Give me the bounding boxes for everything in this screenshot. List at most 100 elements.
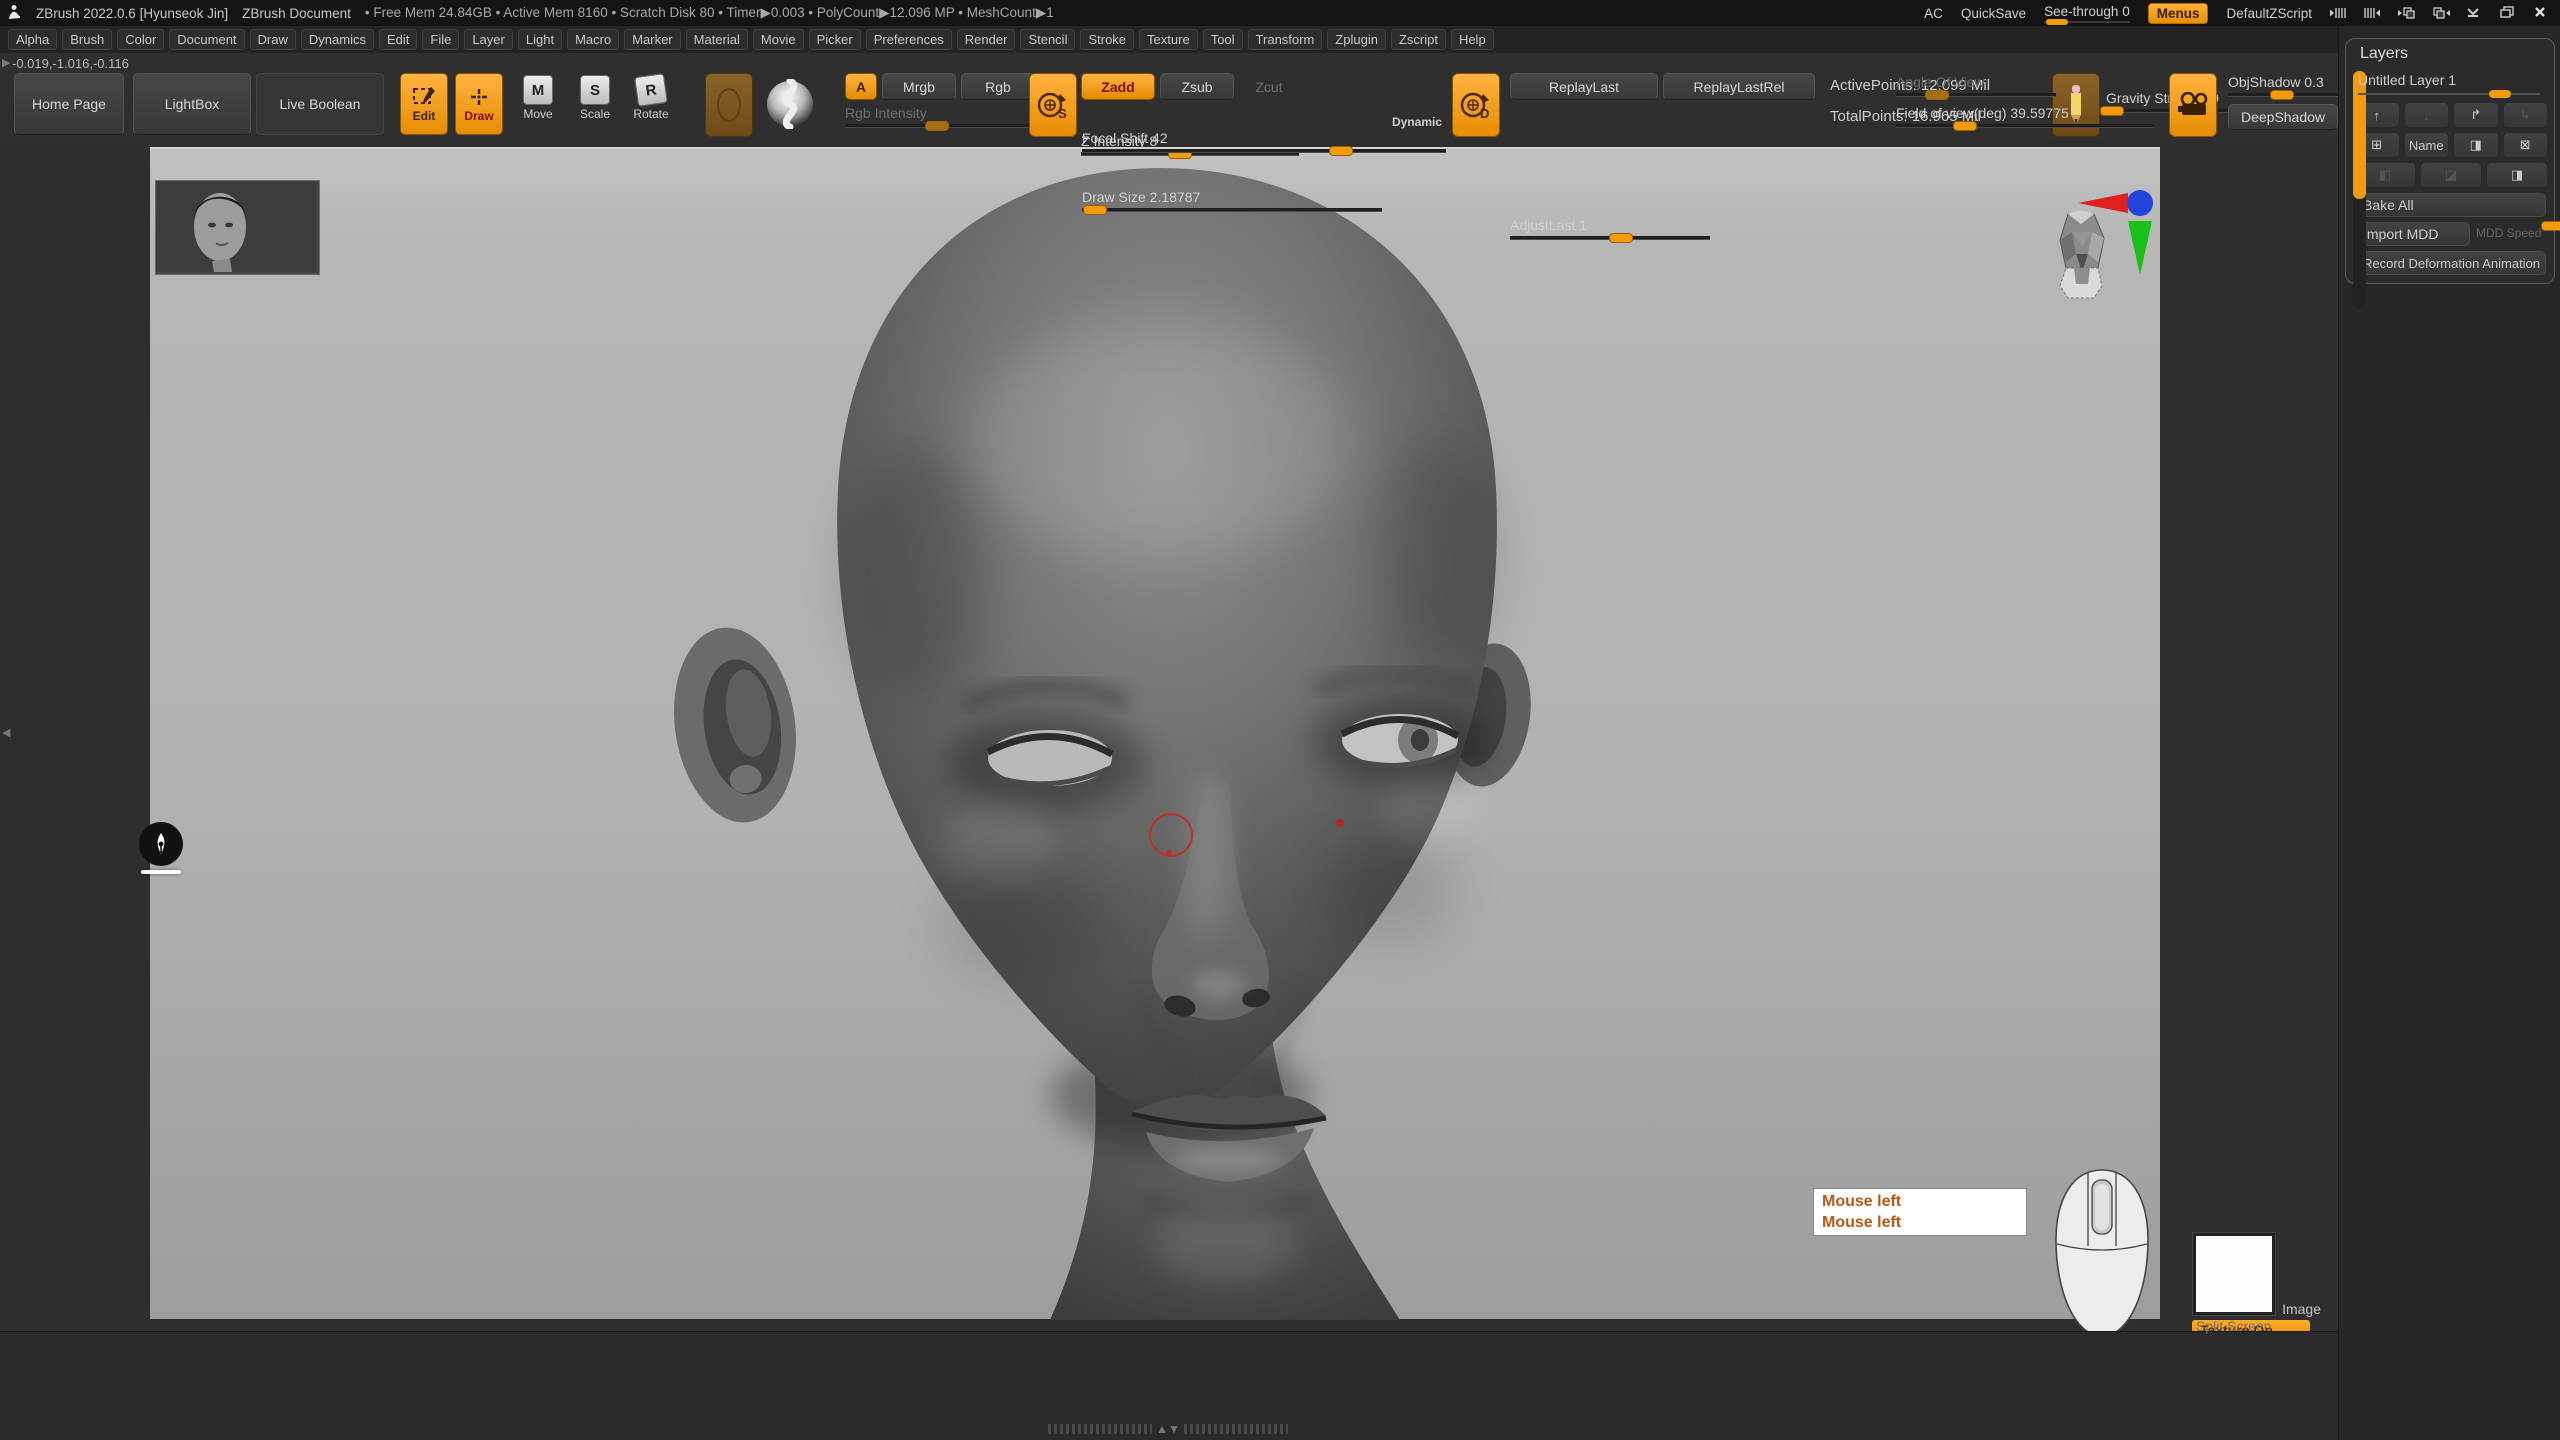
slider-handle[interactable] bbox=[925, 121, 949, 131]
slider-handle[interactable] bbox=[1609, 233, 1633, 243]
duplicate-layer-button[interactable]: ◨ bbox=[2453, 132, 2499, 158]
move-mode-button[interactable]: M Move bbox=[515, 75, 561, 121]
menu-alpha[interactable]: Alpha bbox=[8, 29, 57, 50]
menu-texture[interactable]: Texture bbox=[1139, 29, 1198, 50]
divider-left-icon[interactable] bbox=[2330, 6, 2346, 20]
dynamic-draw-size-icon-button[interactable]: D bbox=[1452, 73, 1500, 137]
menu-draw[interactable]: Draw bbox=[250, 29, 296, 50]
restore-button[interactable] bbox=[2500, 6, 2516, 20]
menu-movie[interactable]: Movie bbox=[753, 29, 804, 50]
zcut-button[interactable]: Zcut bbox=[1239, 73, 1299, 100]
close-button[interactable] bbox=[2534, 6, 2550, 20]
layer-down-button[interactable]: ↓ bbox=[2404, 102, 2450, 128]
menu-picker[interactable]: Picker bbox=[809, 29, 861, 50]
tray-collapse-control[interactable]: ▲▼ bbox=[1048, 1422, 1288, 1436]
copy-layer-button[interactable]: ◨ bbox=[2486, 162, 2548, 188]
bake-all-button[interactable]: Bake All bbox=[2354, 193, 2546, 217]
split-layer-button[interactable]: ◪ bbox=[2420, 162, 2482, 188]
focal-shift-slider[interactable]: Focal Shift 42 bbox=[1082, 129, 1446, 157]
layer-branch-button[interactable]: ↳ bbox=[2503, 102, 2549, 128]
draw-mode-button[interactable]: Draw bbox=[455, 73, 503, 135]
lightbox-button[interactable]: LightBox bbox=[133, 73, 251, 135]
current-material-sphere[interactable] bbox=[764, 73, 816, 135]
menu-document[interactable]: Document bbox=[169, 29, 244, 50]
menu-color[interactable]: Color bbox=[117, 29, 164, 50]
menu-stencil[interactable]: Stencil bbox=[1020, 29, 1075, 50]
mdd-speed-slider[interactable]: MDD Speed bbox=[2476, 222, 2546, 246]
overlay-pen-button[interactable] bbox=[139, 822, 183, 866]
menu-light[interactable]: Light bbox=[518, 29, 562, 50]
draw-size-slider[interactable]: Draw Size 2.18787 bbox=[1082, 188, 1382, 216]
current-layer-slider[interactable]: Untitled Layer 1 bbox=[2354, 71, 2548, 98]
menus-button[interactable]: Menus bbox=[2148, 3, 2209, 24]
menu-zscript[interactable]: Zscript bbox=[1391, 29, 1446, 50]
divider-right-icon[interactable] bbox=[2364, 6, 2380, 20]
menu-help[interactable]: Help bbox=[1451, 29, 1494, 50]
deep-shadow-button[interactable]: DeepShadow bbox=[2228, 104, 2338, 130]
camera-icon-button[interactable] bbox=[2169, 73, 2217, 137]
slider-handle[interactable] bbox=[1953, 121, 1977, 131]
menu-tool[interactable]: Tool bbox=[1203, 29, 1243, 50]
slider-handle[interactable] bbox=[2270, 90, 2294, 100]
texture-image-well[interactable]: Image bbox=[2192, 1232, 2276, 1316]
bottom-toolbar: ▲▼ bbox=[0, 1331, 2338, 1440]
rgb-button[interactable]: Rgb bbox=[961, 73, 1035, 100]
slider-track bbox=[1510, 236, 1710, 240]
focal-shift-icon-button[interactable]: S bbox=[1029, 73, 1077, 137]
menu-material[interactable]: Material bbox=[686, 29, 748, 50]
rotate-mode-button[interactable]: R Rotate bbox=[628, 75, 674, 121]
menu-stroke[interactable]: Stroke bbox=[1080, 29, 1134, 50]
menu-macro[interactable]: Macro bbox=[567, 29, 619, 50]
import-mdd-button[interactable]: Import MDD bbox=[2354, 222, 2470, 246]
menu-bar: AlphaBrushColorDocument DrawDynamicsEditF… bbox=[0, 26, 2346, 53]
replay-last-rel-button[interactable]: ReplayLastRel bbox=[1663, 73, 1815, 100]
minimize-button[interactable] bbox=[2466, 6, 2482, 20]
menu-edit[interactable]: Edit bbox=[379, 29, 417, 50]
angle-of-view-slider[interactable]: Angle Of View bbox=[1896, 73, 2056, 97]
menu-file[interactable]: File bbox=[422, 29, 459, 50]
menu-transform[interactable]: Transform bbox=[1248, 29, 1323, 50]
menu-marker[interactable]: Marker bbox=[624, 29, 680, 50]
layers-scrollbar[interactable] bbox=[2353, 71, 2366, 309]
ac-button[interactable]: AC bbox=[1924, 6, 1943, 21]
menu-brush[interactable]: Brush bbox=[62, 29, 112, 50]
zsub-button[interactable]: Zsub bbox=[1160, 73, 1234, 100]
draw-icon bbox=[466, 85, 492, 109]
split-screen-button[interactable]: Split Screen bbox=[2196, 1318, 2271, 1334]
dock-right-icon[interactable] bbox=[2432, 6, 2448, 20]
replay-last-button[interactable]: ReplayLast bbox=[1510, 73, 1658, 100]
edit-mode-button[interactable]: Edit bbox=[400, 73, 448, 135]
menu-layer[interactable]: Layer bbox=[464, 29, 513, 50]
dynamic-label[interactable]: Dynamic bbox=[1392, 115, 1442, 129]
slider-handle[interactable] bbox=[1329, 146, 1353, 156]
zadd-button[interactable]: Zadd bbox=[1081, 73, 1155, 100]
slider-handle[interactable] bbox=[1925, 90, 1949, 100]
default-zscript-button[interactable]: DefaultZScript bbox=[2226, 6, 2312, 21]
dock-left-icon[interactable] bbox=[2398, 6, 2414, 20]
home-page-button[interactable]: Home Page bbox=[14, 73, 124, 135]
quicksave-button[interactable]: QuickSave bbox=[1961, 6, 2026, 21]
left-tray-arrow-icon[interactable]: ▶ bbox=[2, 56, 10, 69]
field-of-view-slider[interactable]: Field of view(deg) 39.59775 bbox=[1896, 104, 2154, 128]
layers-title[interactable]: Layers bbox=[2352, 45, 2548, 63]
menu-preferences[interactable]: Preferences bbox=[866, 29, 952, 50]
left-edge-arrow-icon[interactable]: ◀ bbox=[2, 726, 10, 739]
see-through-handle[interactable] bbox=[2046, 19, 2068, 25]
record-deformation-button[interactable]: Record Deformation Animation bbox=[2354, 251, 2546, 275]
obj-shadow-label: ObjShadow 0.3 bbox=[2228, 74, 2324, 90]
menu-zplugin[interactable]: Zplugin bbox=[1327, 29, 1386, 50]
sculpt-canvas[interactable] bbox=[150, 147, 2160, 1319]
current-alpha-swatch[interactable] bbox=[705, 73, 753, 137]
layer-redo-button[interactable]: ↱ bbox=[2453, 102, 2499, 128]
layer-name-button[interactable]: Name bbox=[2404, 132, 2450, 158]
menu-dynamics[interactable]: Dynamics bbox=[301, 29, 374, 50]
paint-a-button[interactable]: A bbox=[845, 73, 877, 100]
slider-handle[interactable] bbox=[1083, 205, 1107, 215]
adjust-last-slider[interactable]: AdjustLast 1 bbox=[1510, 216, 1710, 244]
mrgb-button[interactable]: Mrgb bbox=[882, 73, 956, 100]
scale-mode-button[interactable]: S Scale bbox=[572, 75, 618, 121]
menu-render[interactable]: Render bbox=[957, 29, 1016, 50]
live-boolean-button[interactable]: Live Boolean bbox=[256, 73, 384, 135]
see-through-slider[interactable]: See-through 0 bbox=[2044, 4, 2130, 23]
delete-layer-button[interactable]: ⊠ bbox=[2503, 132, 2549, 158]
